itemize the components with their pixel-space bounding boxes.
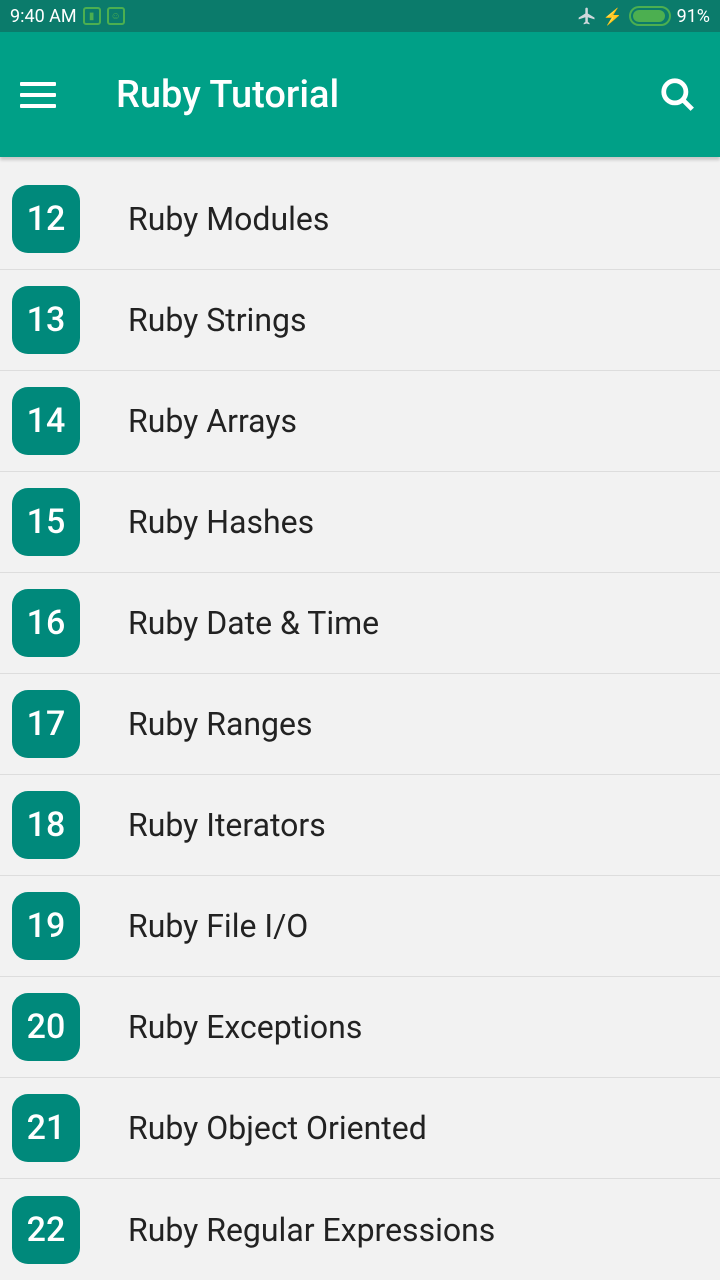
item-number-badge: 21 [12,1094,80,1162]
android-icon: ☺ [107,7,125,25]
item-number-badge: 18 [12,791,80,859]
hamburger-icon [20,82,56,86]
item-label: Ruby File I/O [128,907,308,945]
item-number-badge: 12 [12,185,80,253]
list-item[interactable]: 16 Ruby Date & Time [0,573,720,674]
item-number-badge: 15 [12,488,80,556]
battery-icon [629,6,671,26]
status-time: 9:40 AM [10,6,77,27]
list-item[interactable]: 12 Ruby Modules [0,169,720,270]
search-button[interactable] [656,73,700,117]
list-item[interactable]: 15 Ruby Hashes [0,472,720,573]
search-icon [659,76,697,114]
battery-saver-icon: ▮ [83,7,101,25]
item-label: Ruby Iterators [128,806,326,844]
list-item[interactable]: 22 Ruby Regular Expressions [0,1179,720,1280]
item-number-badge: 19 [12,892,80,960]
list-item[interactable]: 14 Ruby Arrays [0,371,720,472]
airplane-icon [577,6,597,26]
list-item[interactable]: 17 Ruby Ranges [0,674,720,775]
item-label: Ruby Ranges [128,705,312,743]
item-number-badge: 13 [12,286,80,354]
item-label: Ruby Exceptions [128,1008,362,1046]
battery-percent: 91% [677,6,710,27]
item-number-badge: 17 [12,690,80,758]
app-bar: Ruby Tutorial [0,32,720,157]
menu-button[interactable] [20,73,64,117]
item-label: Ruby Date & Time [128,604,379,642]
item-label: Ruby Object Oriented [128,1109,427,1147]
list-item[interactable]: 21 Ruby Object Oriented [0,1078,720,1179]
list-item[interactable]: 19 Ruby File I/O [0,876,720,977]
status-left: 9:40 AM ▮ ☺ [10,6,125,27]
item-number-badge: 22 [12,1196,80,1264]
status-right: ⚡ 91% [577,6,710,27]
item-label: Ruby Arrays [128,402,297,440]
item-label: Ruby Regular Expressions [128,1211,495,1249]
list-item[interactable]: 13 Ruby Strings [0,270,720,371]
page-title: Ruby Tutorial [116,73,339,117]
item-label: Ruby Modules [128,200,329,238]
item-label: Ruby Strings [128,301,306,339]
tutorial-list[interactable]: 12 Ruby Modules 13 Ruby Strings 14 Ruby Array… [0,157,720,1280]
item-number-badge: 16 [12,589,80,657]
status-bar: 9:40 AM ▮ ☺ ⚡ 91% [0,0,720,32]
list-item[interactable]: 18 Ruby Iterators [0,775,720,876]
charging-icon: ⚡ [603,7,623,26]
item-number-badge: 14 [12,387,80,455]
item-number-badge: 20 [12,993,80,1061]
item-label: Ruby Hashes [128,503,314,541]
list-item[interactable]: 20 Ruby Exceptions [0,977,720,1078]
